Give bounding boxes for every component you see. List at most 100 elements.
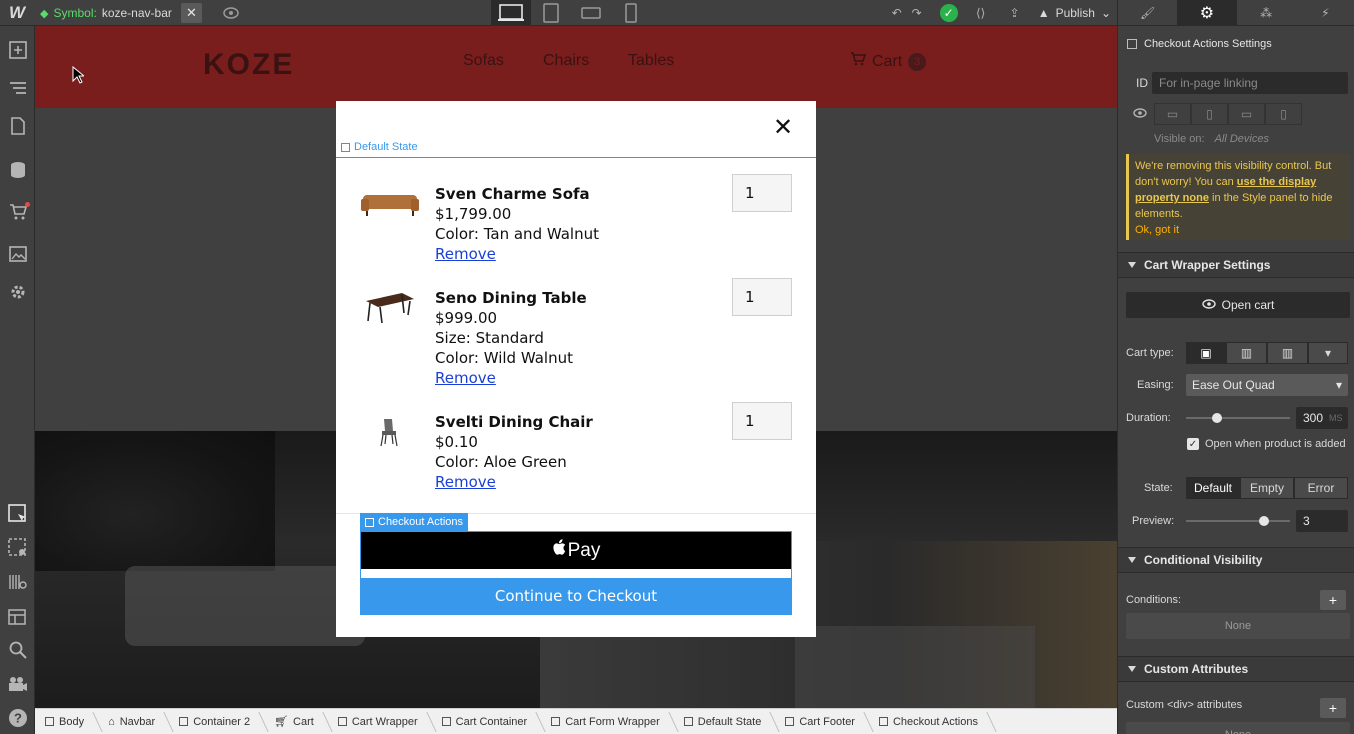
save-status-icon[interactable]: ✓ (939, 4, 958, 22)
desktop-device-icon[interactable] (491, 0, 531, 26)
checkout-actions[interactable]: Pay Continue to Checkout (360, 531, 792, 615)
site-logo[interactable]: KOZE (203, 48, 294, 82)
tab-interactions[interactable]: ⚡︎ (1296, 0, 1354, 25)
cart-type-left-sidebar-icon[interactable]: ▥ (1226, 342, 1267, 364)
breadcrumb-item-cart-footer[interactable]: Cart Footer (775, 709, 869, 734)
duration-slider-handle[interactable] (1212, 413, 1223, 423)
checkout-actions-label: Checkout Actions (378, 516, 463, 528)
custom-div-attributes-label: Custom <div> attributes (1126, 699, 1243, 711)
assets-icon[interactable] (0, 238, 35, 270)
section-title: Custom Attributes (1144, 662, 1249, 676)
duration-slider[interactable] (1186, 417, 1290, 419)
breadcrumb-item-cart-form-wrapper[interactable]: Cart Form Wrapper (541, 709, 674, 734)
undo-icon[interactable]: ↶ (886, 2, 908, 24)
item-price: $999.00 (435, 309, 498, 327)
open-when-added-checkbox[interactable]: ✓ Open when product is added (1187, 438, 1346, 450)
breadcrumb-item-navbar[interactable]: ⌂ Navbar (98, 709, 169, 734)
add-elements-icon[interactable] (0, 34, 35, 66)
default-state-tag[interactable]: Default State (341, 141, 418, 153)
quantity-input[interactable]: 1 (732, 174, 792, 212)
nav-link-sofas[interactable]: Sofas (463, 52, 504, 70)
style-manager-icon[interactable] (0, 602, 35, 634)
remove-link[interactable]: Remove (435, 244, 599, 264)
search-icon[interactable] (0, 634, 35, 666)
navigator-icon[interactable] (0, 72, 35, 104)
pages-icon[interactable] (0, 110, 35, 142)
chair-thumbnail (360, 412, 420, 452)
close-symbol-button[interactable]: ✕ (181, 3, 202, 23)
xray-icon[interactable] (0, 566, 35, 598)
vis-tablet-icon[interactable]: ▯ (1191, 103, 1228, 125)
webflow-logo-icon[interactable]: W (0, 0, 34, 26)
preview-input[interactable]: 3 (1296, 510, 1348, 532)
continue-to-checkout-button[interactable]: Continue to Checkout (361, 578, 791, 614)
vis-portrait-icon[interactable]: ▯ (1265, 103, 1302, 125)
select-element-icon[interactable] (0, 498, 35, 530)
help-icon[interactable]: ? (0, 702, 35, 734)
breadcrumb-item-cart-wrapper[interactable]: Cart Wrapper (328, 709, 432, 734)
container-icon (179, 717, 189, 726)
ecommerce-cart-icon[interactable] (0, 196, 35, 228)
breadcrumb-item-cart[interactable]: 🛒︎ Cart (264, 709, 328, 734)
settings-gear-icon[interactable] (0, 276, 35, 308)
collapse-triangle-icon (1128, 557, 1136, 563)
cart-wrapper-settings-header[interactable]: Cart Wrapper Settings (1118, 252, 1354, 278)
remove-link[interactable]: Remove (435, 472, 593, 492)
state-empty-button[interactable]: Empty (1240, 477, 1294, 499)
video-tutorials-icon[interactable] (0, 668, 35, 700)
site-navbar[interactable]: KOZE Sofas Chairs Tables Cart 3 (35, 26, 1117, 109)
open-cart-button[interactable]: Open cart (1126, 292, 1350, 318)
cart-type-right-sidebar-icon[interactable]: ▥ (1267, 342, 1308, 364)
nav-link-chairs[interactable]: Chairs (543, 52, 589, 70)
cart-type-modal-icon[interactable]: ▣ (1186, 342, 1226, 364)
checkout-actions-tag[interactable]: Checkout Actions (360, 513, 468, 531)
duration-input[interactable]: 300 MS (1296, 407, 1348, 429)
breadcrumb-item-container[interactable]: Container 2 (169, 709, 264, 734)
nav-link-tables[interactable]: Tables (628, 52, 674, 70)
publish-button[interactable]: ▲ Publish ⌄ (1038, 6, 1111, 20)
notice-ok-link[interactable]: Ok, got it (1135, 222, 1344, 238)
add-condition-button[interactable]: + (1320, 590, 1346, 610)
quantity-input[interactable]: 1 (732, 402, 792, 440)
apple-pay-button[interactable]: Pay (361, 532, 791, 569)
id-input[interactable]: For in-page linking (1152, 72, 1348, 94)
breadcrumb-item-default-state[interactable]: Default State (674, 709, 776, 734)
design-canvas[interactable]: KOZE Sofas Chairs Tables Cart 3 ✕ Defaul… (35, 26, 1117, 708)
tab-style[interactable]: 🖌︎ (1118, 0, 1177, 25)
close-cart-icon[interactable]: ✕ (772, 116, 794, 140)
vis-landscape-icon[interactable]: ▭ (1228, 103, 1265, 125)
mobile-portrait-icon[interactable] (611, 0, 651, 26)
tablet-device-icon[interactable] (531, 0, 571, 26)
remove-link[interactable]: Remove (435, 368, 587, 388)
export-icon[interactable]: ⇪ (1004, 2, 1026, 24)
breadcrumb-item-cart-container[interactable]: Cart Container (432, 709, 542, 734)
vis-desktop-icon[interactable]: ▭ (1154, 103, 1191, 125)
quantity-input[interactable]: 1 (732, 278, 792, 316)
mobile-landscape-icon[interactable] (571, 0, 611, 26)
cart-container[interactable]: ✕ Default State Sven Charme Sofa $1,799.… (336, 101, 816, 637)
default-state[interactable]: Sven Charme Sofa $1,799.00 Color: Tan an… (336, 157, 816, 515)
easing-select[interactable]: Ease Out Quad ▾ (1186, 374, 1348, 396)
state-error-button[interactable]: Error (1294, 477, 1348, 499)
tab-settings[interactable]: ⚙ (1177, 0, 1237, 25)
preview-select-icon[interactable] (0, 532, 35, 564)
publish-label: Publish (1055, 6, 1095, 20)
cart-type-dropdown-icon[interactable]: ▾ (1308, 342, 1348, 364)
state-selector: Default Empty Error (1186, 477, 1348, 499)
breadcrumb-item-checkout-actions[interactable]: Checkout Actions (869, 709, 992, 734)
cms-icon[interactable] (0, 154, 35, 186)
state-default-button[interactable]: Default (1186, 477, 1240, 499)
preview-eye-icon[interactable] (220, 3, 242, 23)
tab-style-manager[interactable]: ⁂ (1237, 0, 1296, 25)
add-attribute-button[interactable]: + (1320, 698, 1346, 718)
preview-slider[interactable] (1186, 520, 1290, 522)
nav-cart-button[interactable]: Cart 3 (850, 52, 927, 71)
code-icon[interactable]: ⟨⟩ (970, 2, 992, 24)
redo-icon[interactable]: ↷ (906, 2, 928, 24)
conditional-visibility-header[interactable]: Conditional Visibility (1118, 547, 1354, 573)
symbol-indicator[interactable]: ◆ Symbol: koze-nav-bar (40, 3, 172, 23)
custom-attributes-header[interactable]: Custom Attributes (1118, 656, 1354, 682)
conditions-empty: None (1126, 613, 1350, 639)
preview-slider-handle[interactable] (1259, 516, 1269, 526)
breadcrumb-item-body[interactable]: Body (35, 709, 98, 734)
